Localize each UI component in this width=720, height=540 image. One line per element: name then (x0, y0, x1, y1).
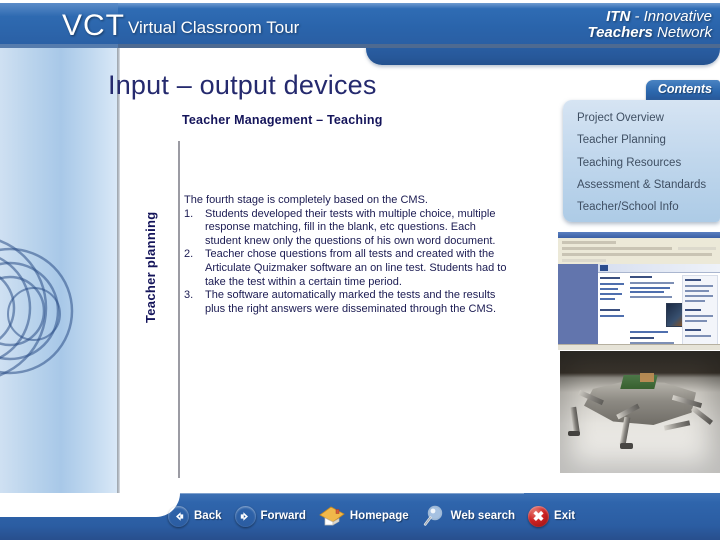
list-item: 3. The software automatically marked the … (184, 289, 514, 316)
left-decorative-strip (0, 48, 117, 493)
list-item-number: 1. (184, 207, 194, 220)
itn-brand-line-2: Teachers Network (587, 24, 712, 41)
vct-logo: VCT (62, 9, 125, 42)
nav-homepage-label: Homepage (349, 510, 409, 522)
header-banner: VCT Virtual Classroom Tour ITN - Innovat… (0, 3, 720, 48)
concentric-rings-graphic (0, 216, 117, 406)
page-side-column (682, 275, 718, 345)
nav-exit-label: Exit (554, 510, 576, 522)
itn-brand: ITN - Innovative Teachers Network (587, 9, 712, 41)
contents-item-project-overview[interactable]: Project Overview (577, 107, 714, 129)
contents-list: Project Overview Teacher Planning Teachi… (577, 107, 714, 218)
itn-brand-line-1: ITN - Innovative (606, 8, 712, 25)
browser-left-panel (558, 264, 598, 350)
browser-viewport (558, 264, 720, 350)
magnifier-icon (422, 505, 446, 527)
list-item: 1. Students developed their tests with mu… (184, 208, 514, 249)
page-masthead (598, 264, 720, 273)
nav-homepage-button[interactable]: Homepage (319, 506, 409, 527)
robot-photograph-thumbnail (560, 351, 720, 473)
body-text-block: The fourth stage is completely based on … (184, 194, 514, 316)
arrow-left-icon (168, 506, 189, 527)
browser-page-content (598, 264, 720, 350)
arrow-right-icon (235, 506, 256, 527)
close-x-glyph: ✖ (532, 508, 545, 524)
body-lead-sentence: The fourth stage is completely based on … (184, 194, 428, 206)
page-article-column (630, 275, 706, 345)
house-icon (319, 506, 345, 527)
list-item: 2. Teacher chose questions from all tests… (184, 248, 514, 289)
page-logo (600, 265, 608, 271)
page-subtitle: Teacher Management – Teaching (182, 113, 383, 127)
body-numbered-list: 1. Students developed their tests with mu… (184, 208, 514, 317)
list-item-number: 2. (184, 248, 194, 261)
contents-item-teacher-school-info[interactable]: Teacher/School Info (577, 196, 714, 218)
vct-logo-subtitle: Virtual Classroom Tour (128, 18, 300, 37)
nav-button-group: Back Forward Homepage Web search ✖ Exit (168, 505, 588, 527)
contents-tab[interactable]: Contents (646, 80, 720, 100)
content-divider-line (178, 141, 180, 478)
list-item-text: Teacher chose questions from all tests a… (205, 248, 507, 288)
nav-back-label: Back (194, 510, 222, 522)
browser-statusbar (558, 344, 720, 350)
list-item-text: Students developed their tests with mult… (205, 207, 496, 247)
contents-panel: Project Overview Teacher Planning Teachi… (563, 100, 720, 222)
contents-item-teaching-resources[interactable]: Teaching Resources (577, 152, 714, 174)
nav-back-button[interactable]: Back (168, 506, 222, 527)
cms-browser-screenshot-thumbnail (558, 232, 720, 350)
list-item-text: The software automatically marked the te… (205, 289, 497, 315)
browser-toolbar (558, 238, 720, 265)
contents-item-teacher-planning[interactable]: Teacher Planning (577, 129, 714, 151)
nav-web-search-button[interactable]: Web search (422, 505, 515, 527)
contents-item-assessment-standards[interactable]: Assessment & Standards (577, 174, 714, 196)
page-title: Input – output devices (108, 70, 377, 100)
photo-vignette (560, 351, 720, 473)
list-item-number: 3. (184, 289, 194, 302)
nav-bar-notch (0, 493, 180, 517)
nav-web-search-label: Web search (450, 510, 516, 522)
page-nav-column (600, 275, 626, 345)
nav-forward-label: Forward (260, 510, 306, 522)
section-side-label: Teacher planning (143, 211, 158, 323)
left-strip-divider (117, 48, 120, 493)
header-banner-tail (366, 45, 720, 65)
slide-canvas: VCT Virtual Classroom Tour ITN - Innovat… (0, 0, 720, 540)
nav-forward-button[interactable]: Forward (235, 506, 306, 527)
close-x-icon: ✖ (528, 505, 550, 527)
contents-tab-label: Contents (657, 82, 712, 96)
nav-exit-button[interactable]: ✖ Exit (528, 505, 576, 527)
